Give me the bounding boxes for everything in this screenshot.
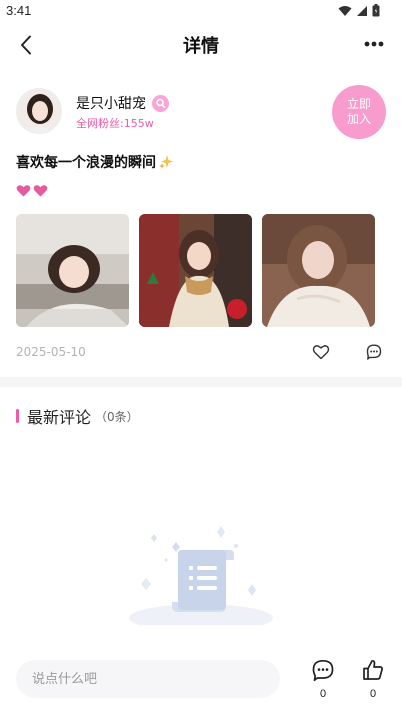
thumbs-up-icon	[363, 660, 383, 680]
join-button[interactable]: 立即 加入	[332, 85, 386, 139]
more-icon	[364, 41, 384, 47]
page-title: 详情	[183, 36, 219, 57]
heart-icon	[16, 185, 31, 197]
post-date: 2025-05-10	[16, 345, 86, 359]
section-divider	[0, 377, 402, 387]
more-button[interactable]	[362, 34, 386, 54]
comment-icon	[366, 344, 382, 360]
post-title-row: 喜欢每一个浪漫的瞬间	[16, 152, 174, 172]
status-time: 3:41	[6, 3, 32, 18]
comments-header: 最新评论 （0条）	[16, 404, 139, 428]
status-icons	[338, 4, 380, 17]
top-nav: 详情	[0, 24, 402, 64]
search-badge	[152, 94, 169, 112]
status-bar: 3:41	[0, 0, 402, 24]
like-action[interactable]: 0	[358, 658, 388, 700]
post-photo[interactable]	[262, 214, 375, 327]
post-photo[interactable]	[16, 214, 129, 327]
like-button[interactable]	[312, 343, 330, 361]
signal-icon	[357, 5, 367, 16]
post-photos	[16, 214, 375, 327]
username-row: 是只小甜宠	[76, 93, 169, 113]
comment-action[interactable]: 0	[308, 658, 338, 700]
accent-bar	[16, 409, 19, 423]
comment-icon	[312, 659, 334, 682]
post-photo[interactable]	[139, 214, 252, 327]
empty-document-icon	[129, 526, 273, 632]
avatar[interactable]	[16, 88, 62, 134]
empty-state-illustration	[126, 520, 276, 632]
battery-icon	[372, 4, 380, 17]
comment-input[interactable]	[16, 660, 280, 698]
join-label-line2: 加入	[346, 112, 371, 126]
hearts-row	[16, 184, 48, 198]
search-icon	[156, 98, 166, 108]
comments-title: 最新评论	[27, 408, 92, 427]
like-count: 0	[369, 688, 377, 700]
author-profile: 是只小甜宠 全网粉丝:155w 立即 加入	[16, 85, 386, 139]
comment-count: 0	[319, 688, 327, 700]
sparkle-icon	[159, 155, 173, 169]
heart-icon	[33, 185, 48, 197]
bottom-bar: 0 0	[0, 650, 402, 716]
comments-count: （0条）	[95, 409, 139, 424]
wifi-icon	[338, 5, 352, 16]
comment-button[interactable]	[365, 343, 383, 361]
heart-outline-icon	[312, 345, 330, 360]
post-title: 喜欢每一个浪漫的瞬间	[16, 155, 156, 171]
fans-count: 全网粉丝:155w	[76, 117, 154, 130]
username[interactable]: 是只小甜宠	[76, 93, 146, 113]
join-label-line1: 立即	[346, 97, 371, 111]
